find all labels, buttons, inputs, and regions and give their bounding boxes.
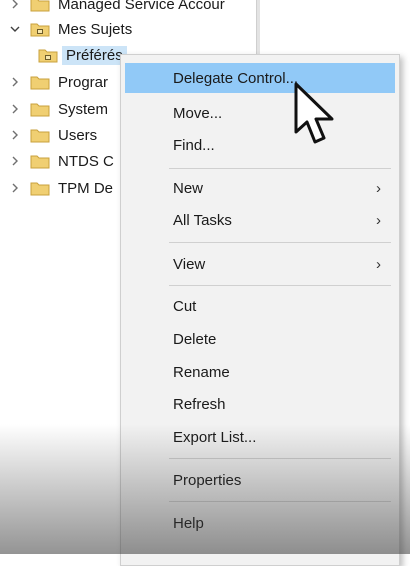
menu-item-label: Rename [173,363,230,381]
menu-item-label: Properties [173,471,242,489]
menu-item-delete[interactable]: Delete [125,324,395,354]
tree-item-label: System [58,100,109,118]
tree-item-system[interactable]: System [8,96,108,122]
folder-ou-icon [38,47,58,63]
menu-item-rename[interactable]: Rename [125,357,395,387]
tree-item-tpm-devices[interactable]: TPM De [8,175,113,201]
menu-item-view[interactable]: View › [125,249,395,279]
folder-ou-icon [30,21,50,37]
menu-item-refresh[interactable]: Refresh [125,389,395,419]
tree-item-label: Prograr [58,73,109,91]
folder-icon [30,127,50,143]
tree-item-ntds-quotas[interactable]: NTDS C [8,148,114,174]
tree-item-program-data[interactable]: Prograr [8,69,108,95]
context-menu: Delegate Control... Move... Find... New … [120,54,400,566]
tree-item-mes-sujets[interactable]: Mes Sujets [8,16,132,42]
menu-separator [169,242,391,243]
chevron-right-icon[interactable] [8,102,22,116]
tree-item-managed-service-accounts[interactable]: Managed Service Accour [8,0,225,17]
chevron-right-icon[interactable] [8,0,22,11]
tree-item-label: Managed Service Accour [58,0,225,13]
tree-item-label: Users [58,126,98,144]
tree-item-preferes[interactable]: Préférés [38,42,127,68]
chevron-down-icon[interactable] [8,22,22,36]
menu-item-cut[interactable]: Cut [125,291,395,321]
menu-item-label: New [173,179,204,197]
folder-icon [30,153,50,169]
mouse-pointer-icon [292,82,340,148]
menu-item-label: Delegate Control... [173,69,299,87]
chevron-right-icon[interactable] [8,181,22,195]
chevron-right-icon: › [376,211,381,229]
chevron-right-icon[interactable] [8,75,22,89]
chevron-right-icon[interactable] [8,128,22,142]
menu-separator [169,168,391,169]
menu-item-move[interactable]: Move... [125,98,395,128]
menu-item-new[interactable]: New › [125,173,395,203]
folder-icon [30,74,50,90]
menu-item-label: Cut [173,297,197,315]
menu-item-export-list[interactable]: Export List... [125,422,395,452]
menu-item-label: Export List... [173,428,257,446]
tree-item-label: TPM De [58,179,114,197]
chevron-right-icon[interactable] [8,154,22,168]
menu-item-delegate-control[interactable]: Delegate Control... [125,63,395,93]
menu-separator [169,458,391,459]
menu-item-find[interactable]: Find... [125,130,395,160]
menu-item-label: View [173,255,206,273]
chevron-right-icon: › [376,179,381,197]
menu-item-label: Help [173,514,204,532]
tree-item-label: Mes Sujets [58,20,133,38]
menu-item-label: Delete [173,330,217,348]
chevron-right-icon: › [376,255,381,273]
tree-item-label: NTDS C [58,152,114,170]
folder-icon [30,180,50,196]
menu-separator [169,285,391,286]
tree-item-label: Préférés [62,45,127,65]
menu-item-label: All Tasks [173,211,232,229]
menu-item-all-tasks[interactable]: All Tasks › [125,205,395,235]
tree-item-users[interactable]: Users [8,122,97,148]
folder-icon [30,101,50,117]
menu-item-label: Refresh [173,395,226,413]
menu-item-properties[interactable]: Properties [125,465,395,495]
menu-item-help[interactable]: Help [125,508,395,538]
menu-item-label: Move... [173,104,223,122]
folder-icon [30,0,50,12]
menu-item-label: Find... [173,136,215,154]
menu-separator [169,501,391,502]
